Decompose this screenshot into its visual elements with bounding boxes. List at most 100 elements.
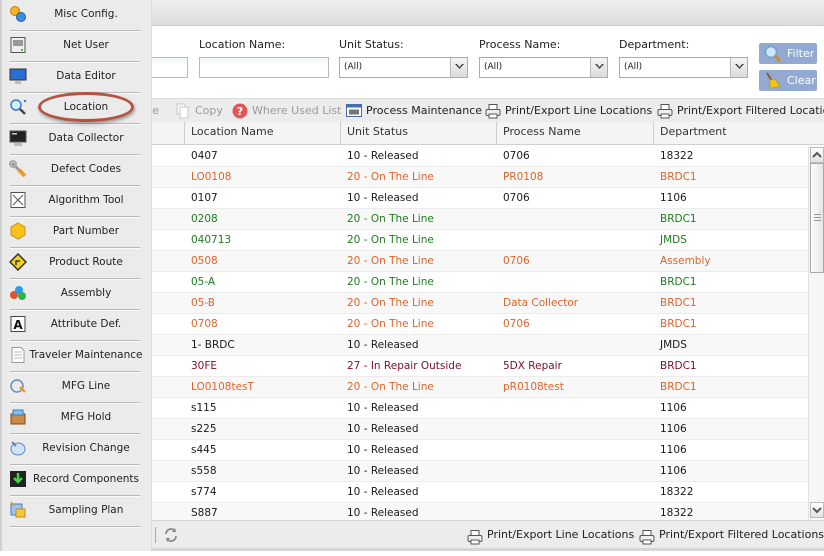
column-header-process-name[interactable]: Process Name <box>496 122 653 144</box>
chevron-down-icon[interactable] <box>590 58 607 77</box>
sidebar-item-algorithm-tool[interactable]: Algorithm Tool <box>2 186 152 217</box>
vertical-scrollbar[interactable] <box>808 146 824 520</box>
sidebar-item-label: Data Collector <box>48 132 124 144</box>
filter-button-label: Filter <box>787 47 815 60</box>
sidebar-item-label: Attribute Def. <box>50 318 122 330</box>
cell-department: 18322 <box>660 486 694 498</box>
table-row[interactable]: S887 10 - Released 18322 <box>150 503 808 520</box>
footer-print-filtered-locations-button[interactable]: Print/Export Filtered Locations <box>639 521 824 549</box>
sidebar: Sampling Plan Record Components Revision C… <box>0 0 152 551</box>
letter-a-icon: A <box>10 316 26 332</box>
column-header-location-name[interactable]: Location Name <box>184 122 340 144</box>
cell-process-name: Data Collector <box>503 297 579 309</box>
sidebar-item-record-components[interactable]: Record Components <box>2 465 152 496</box>
where-used-list-button[interactable]: ? Where Used List <box>232 99 341 123</box>
cell-process-name: PR0108 <box>503 171 544 183</box>
print-filtered-locations-button[interactable]: Print/Export Filtered Locations <box>657 99 824 123</box>
column-header-unit-status[interactable]: Unit Status <box>340 122 496 144</box>
table-row[interactable]: s445 10 - Released 1106 <box>150 440 808 461</box>
gears-icon <box>10 6 26 22</box>
sidebar-item-data-collector[interactable]: Data Collector <box>2 124 152 155</box>
magnifier-icon <box>10 99 27 115</box>
scroll-up-button[interactable] <box>810 147 824 163</box>
table-row[interactable]: 0107 10 - Released 0706 1106 <box>150 188 808 209</box>
cell-unit-status: 20 - On The Line <box>347 381 434 393</box>
cell-unit-status: 10 - Released <box>347 150 419 162</box>
sidebar-item-attribute-def[interactable]: A Attribute Def. <box>2 310 152 341</box>
grid-header: Location Name Unit Status Process Name D… <box>150 122 824 145</box>
table-row[interactable]: 05-A 20 - On The Line BRDC1 <box>150 272 808 293</box>
print-line-locations-label: Print/Export Line Locations <box>505 104 653 117</box>
cell-location-name: s225 <box>191 423 217 435</box>
department-select[interactable]: (All) <box>619 57 748 78</box>
table-row[interactable]: LO0108 20 - On The Line PR0108 BRDC1 <box>150 167 808 188</box>
scrollbar-thumb[interactable] <box>810 163 824 273</box>
sidebar-item-label: Misc Config. <box>54 8 118 20</box>
sidebar-item-label: Traveler Maintenance <box>29 349 143 361</box>
sidebar-item-revision-change[interactable]: Revision Change <box>2 434 152 465</box>
table-row[interactable]: LO0108tesT 20 - On The Line pR0108test BRDC… <box>150 377 808 398</box>
cell-unit-status: 10 - Released <box>347 486 419 498</box>
cell-location-name: 1- BRDC <box>191 339 235 351</box>
cell-department: BRDC1 <box>660 318 697 330</box>
sidebar-divider <box>10 61 140 62</box>
cell-location-name: s445 <box>191 444 217 456</box>
table-row[interactable]: 30FE 27 - In Repair Outside 5DX Repair BRDC… <box>150 356 808 377</box>
unit-status-select[interactable]: (All) <box>339 57 468 78</box>
filter-button[interactable]: Filter <box>759 43 817 64</box>
sidebar-item-label: Net User <box>63 39 109 51</box>
department-value: (All) <box>624 62 643 72</box>
cell-department: BRDC1 <box>660 360 697 372</box>
server-icon <box>10 37 26 53</box>
table-row[interactable]: 0208 20 - On The Line BRDC1 <box>150 209 808 230</box>
sidebar-item-net-user[interactable]: Net User <box>2 31 152 62</box>
hidden-filter-input[interactable] <box>146 57 188 78</box>
table-row[interactable]: 1- BRDC 10 - Released JMDS <box>150 335 808 356</box>
sidebar-item-sampling-plan[interactable]: Sampling Plan <box>2 496 152 527</box>
sidebar-item-part-number[interactable]: Part Number <box>2 217 152 248</box>
table-row[interactable]: 0508 20 - On The Line 0706 Assembly <box>150 251 808 272</box>
cell-unit-status: 20 - On The Line <box>347 255 434 267</box>
table-row[interactable]: s225 10 - Released 1106 <box>150 419 808 440</box>
cell-unit-status: 20 - On The Line <box>347 297 434 309</box>
sidebar-item-assembly[interactable]: Assembly <box>2 279 152 310</box>
sidebar-divider <box>10 464 140 465</box>
table-row[interactable]: 05-B 20 - On The Line Data Collector BRDC1 <box>150 293 808 314</box>
sidebar-item-defect-codes[interactable]: Defect Codes <box>2 155 152 186</box>
cell-process-name: 0706 <box>503 192 530 204</box>
footer-print-line-locations-button[interactable]: Print/Export Line Locations <box>467 521 634 549</box>
refresh-icon[interactable] <box>163 527 179 546</box>
cell-department: BRDC1 <box>660 297 697 309</box>
sidebar-item-label: MFG Line <box>61 380 111 392</box>
sidebar-item-misc-config[interactable]: Misc Config. <box>2 0 152 31</box>
sidebar-item-traveler-maintenance[interactable]: Traveler Maintenance <box>2 341 152 372</box>
column-header-department[interactable]: Department <box>653 122 813 144</box>
scroll-down-button[interactable] <box>810 502 824 518</box>
chevron-down-icon[interactable] <box>730 58 747 77</box>
print-line-locations-button[interactable]: Print/Export Line Locations <box>485 99 652 123</box>
sidebar-item-product-route[interactable]: Product Route <box>2 248 152 279</box>
table-row[interactable]: s774 10 - Released 18322 <box>150 482 808 503</box>
cell-location-name: 0407 <box>191 150 218 162</box>
table-row[interactable]: s558 10 - Released 1106 <box>150 461 808 482</box>
sidebar-item-data-editor[interactable]: Data Editor <box>2 62 152 93</box>
download-icon <box>10 471 26 487</box>
table-row[interactable]: s115 10 - Released 1106 <box>150 398 808 419</box>
location-name-input[interactable] <box>199 57 329 78</box>
table-row[interactable]: 040713 20 - On The Line JMDS <box>150 230 808 251</box>
clear-button[interactable]: Clear <box>759 70 817 91</box>
process-name-select[interactable]: (All) <box>479 57 608 78</box>
sidebar-divider <box>10 340 140 341</box>
table-row[interactable]: 0708 20 - On The Line 0706 BRDC1 <box>150 314 808 335</box>
chevron-down-icon[interactable] <box>450 58 467 77</box>
sidebar-item-mfg-hold[interactable]: MFG Hold <box>2 403 152 434</box>
cell-department: 1106 <box>660 192 687 204</box>
sidebar-item-label: Part Number <box>52 225 120 237</box>
process-maintenance-button[interactable]: Process Maintenance <box>346 99 482 123</box>
footer-separator <box>155 527 156 543</box>
cell-process-name: 5DX Repair <box>503 360 562 372</box>
table-row[interactable]: 0407 10 - Released 0706 18322 <box>150 146 808 167</box>
copy-button[interactable]: Copy <box>175 99 223 123</box>
sidebar-item-mfg-line[interactable]: MFG Line <box>2 372 152 403</box>
cell-department: BRDC1 <box>660 381 697 393</box>
